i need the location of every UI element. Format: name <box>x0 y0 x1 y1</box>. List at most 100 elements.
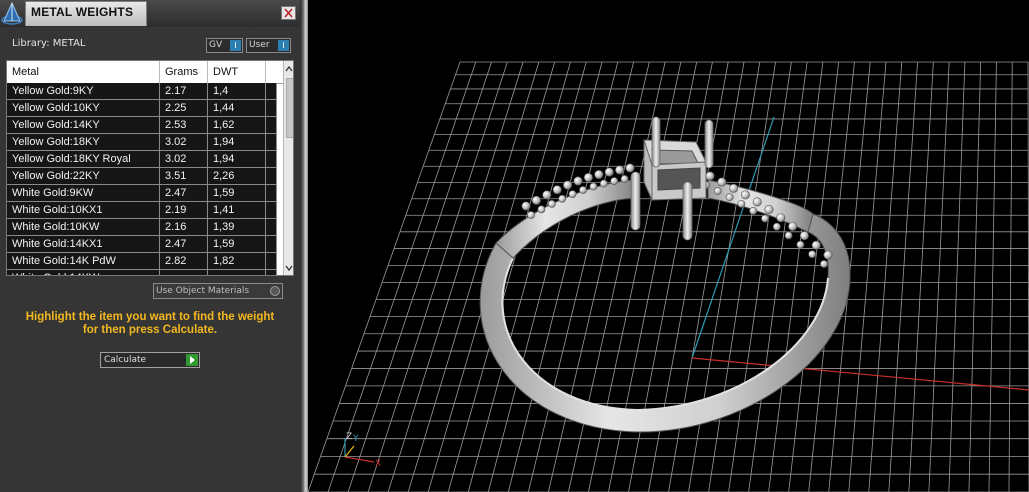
metal-cell: Yellow Gold:18KY Royal <box>7 151 160 167</box>
grid-line <box>948 61 966 492</box>
row-filler <box>266 117 277 133</box>
dwt-cell: 1,59 <box>208 236 266 252</box>
dwt-cell: 1,44 <box>208 100 266 116</box>
accent-stone <box>563 180 573 190</box>
table-row[interactable]: White Gold:9KW 2.47 1,59 <box>7 185 277 202</box>
app-logo-icon <box>1 1 23 25</box>
3d-viewport[interactable]: Z Y X <box>308 0 1029 492</box>
play-arrow-icon <box>186 354 198 366</box>
grams-cell: 3.51 <box>160 168 208 184</box>
accent-stone <box>820 260 828 268</box>
table-row[interactable]: Yellow Gold:22KY 3.51 2,26 <box>7 168 277 185</box>
accent-stone <box>579 186 587 194</box>
row-filler <box>266 100 277 116</box>
instructions-line-2: for then press Calculate. <box>82 324 218 336</box>
table-row[interactable]: Yellow Gold:14KY 2.53 1,62 <box>7 117 277 134</box>
table-scrollbar[interactable] <box>283 61 294 275</box>
accent-stone <box>729 183 739 193</box>
table-row[interactable]: White Gold:14KW <box>7 270 277 275</box>
metal-cell: White Gold:10KW <box>7 219 160 235</box>
row-filler <box>266 134 277 150</box>
accent-stone <box>752 197 762 207</box>
dwt-cell: 1,4 <box>208 83 266 99</box>
panel-titlebar: METAL WEIGHTS <box>0 0 300 27</box>
calculate-label: Calculate <box>104 355 147 365</box>
grams-cell: 2.19 <box>160 202 208 218</box>
user-library-button[interactable]: User I <box>246 38 291 53</box>
grid-line <box>908 61 934 492</box>
ring-model[interactable] <box>479 116 851 433</box>
scroll-down-icon[interactable] <box>284 263 294 273</box>
row-filler <box>266 151 277 167</box>
table-row[interactable]: White Gold:10KW 2.16 1,39 <box>7 219 277 236</box>
metal-cell: White Gold:9KW <box>7 185 160 201</box>
grams-cell: 2.17 <box>160 83 208 99</box>
table-row[interactable]: White Gold:10KX1 2.19 1,41 <box>7 202 277 219</box>
accent-stone <box>589 182 598 191</box>
accent-stone <box>740 190 750 200</box>
table-row[interactable]: Yellow Gold:10KY 2.25 1,44 <box>7 100 277 117</box>
calculate-button[interactable]: Calculate <box>100 352 200 368</box>
accent-stone <box>568 190 577 198</box>
metal-cell: Yellow Gold:22KY <box>7 168 160 184</box>
accent-stone <box>531 195 541 205</box>
accent-stone <box>799 231 809 241</box>
scroll-thumb[interactable] <box>286 78 293 138</box>
grid-line <box>868 61 903 492</box>
metal-cell: Yellow Gold:14KY <box>7 117 160 133</box>
dwt-cell: 1,39 <box>208 219 266 235</box>
accent-stone <box>620 175 629 183</box>
metal-cell: Yellow Gold:10KY <box>7 100 160 116</box>
use-object-materials-toggle[interactable]: Use Object Materials <box>153 283 283 299</box>
accent-stone <box>737 199 746 208</box>
column-header-metal[interactable]: Metal <box>7 61 160 83</box>
axis-label-x: X <box>375 459 381 469</box>
gv-indicator-icon: I <box>230 40 241 51</box>
grid-line <box>347 61 492 492</box>
accent-stone <box>599 179 608 188</box>
column-header-dwt[interactable]: DWT <box>208 61 266 83</box>
table-row[interactable]: Yellow Gold:18KY 3.02 1,94 <box>7 134 277 151</box>
accent-stone <box>811 240 821 250</box>
column-header-grams[interactable]: Grams <box>160 61 208 83</box>
table-row[interactable]: White Gold:14KX1 2.47 1,59 <box>7 236 277 253</box>
grid-line <box>1008 61 1013 492</box>
grams-cell: 3.02 <box>160 134 208 150</box>
panel-splitter[interactable] <box>300 0 308 492</box>
metal-table[interactable]: Metal Grams DWT Yellow Gold:9KY 2.17 1,4 Ye… <box>6 60 294 276</box>
table-header: Metal Grams DWT <box>7 61 283 84</box>
dwt-cell: 1,62 <box>208 117 266 133</box>
grid-line <box>988 61 997 492</box>
y-axis-line <box>691 116 775 359</box>
dwt-cell: 2,26 <box>208 168 266 184</box>
grid-line <box>728 61 792 492</box>
instructions-text: Highlight the item you want to find the … <box>10 311 290 337</box>
row-filler <box>266 253 277 269</box>
axis-label-y: Y <box>352 434 359 444</box>
metal-cell: White Gold:10KX1 <box>7 202 160 218</box>
table-row[interactable]: Yellow Gold:9KY 2.17 1,4 <box>7 83 277 100</box>
accent-stone <box>527 211 535 219</box>
row-filler <box>266 168 277 184</box>
accent-stone <box>521 201 531 211</box>
accent-stone <box>784 231 793 240</box>
radio-icon <box>270 286 280 296</box>
dwt-cell: 1,59 <box>208 185 266 201</box>
accent-stone <box>583 172 593 182</box>
accent-stone <box>610 177 619 185</box>
accent-stone <box>705 171 715 181</box>
table-row[interactable]: Yellow Gold:18KY Royal 3.02 1,94 <box>7 151 277 168</box>
close-button[interactable] <box>281 6 296 20</box>
accent-stone <box>558 194 567 203</box>
viewport-scene[interactable]: Z Y X <box>308 0 1029 492</box>
metal-cell: White Gold:14KX1 <box>7 236 160 252</box>
metal-cell: White Gold:14KW <box>7 270 160 275</box>
row-filler <box>266 185 277 201</box>
grid-line <box>888 61 918 492</box>
scroll-up-icon[interactable] <box>284 64 294 74</box>
gv-library-button[interactable]: GV I <box>206 38 243 53</box>
table-row[interactable]: White Gold:14K PdW 2.82 1,82 <box>7 253 277 270</box>
accent-stone <box>772 222 781 231</box>
grid-line <box>447 61 571 492</box>
grid-line <box>688 61 761 492</box>
